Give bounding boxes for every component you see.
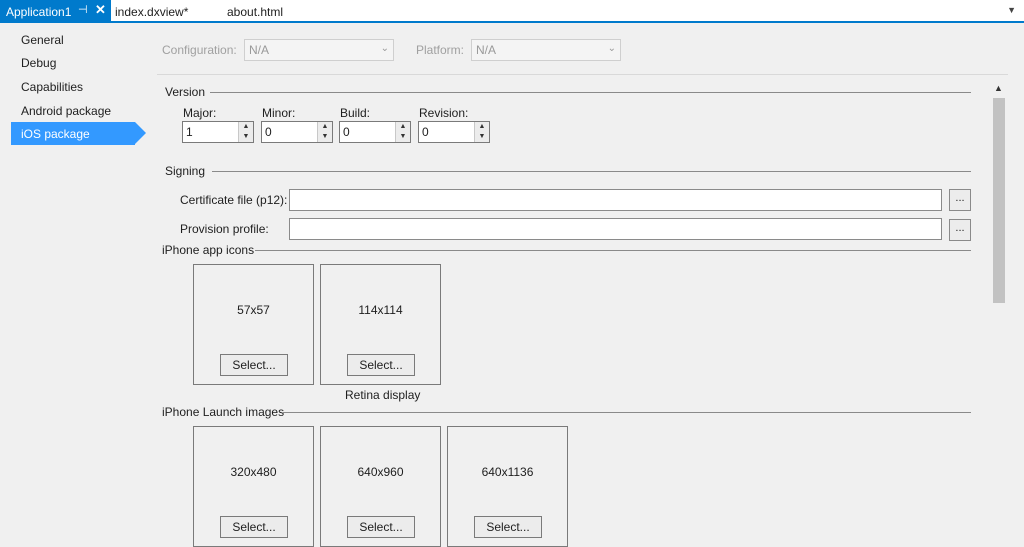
- iphone-launch-divider: [283, 412, 971, 413]
- certificate-browse-button[interactable]: ...: [949, 189, 971, 211]
- retina-display-caption: Retina display: [345, 388, 421, 402]
- minor-value: 0: [265, 125, 272, 139]
- platform-value: N/A: [476, 43, 497, 57]
- stepper-buttons: ▲ ▼: [395, 122, 410, 142]
- stepper-buttons: ▲ ▼: [474, 122, 489, 142]
- document-tab-strip: Application1 ⊣ ✕ index.dxview* about.htm…: [0, 0, 1024, 23]
- dropdown-arrow-icon[interactable]: ▼: [1007, 5, 1016, 15]
- tab-about-html[interactable]: about.html: [227, 5, 283, 19]
- tab-label: Application1: [6, 5, 72, 19]
- close-icon[interactable]: ✕: [95, 2, 106, 18]
- chevron-down-icon: ⌄: [380, 43, 389, 54]
- minor-label: Minor:: [262, 106, 296, 120]
- pin-icon[interactable]: ⊣: [78, 3, 88, 16]
- sidebar-item-ios-package[interactable]: iOS package: [11, 122, 146, 145]
- build-stepper[interactable]: 0 ▲ ▼: [339, 121, 411, 143]
- iphone-launch-images-title: iPhone Launch images: [162, 405, 285, 419]
- sidebar-item-capabilities[interactable]: Capabilities: [21, 80, 83, 94]
- scrollbar-thumb[interactable]: [993, 98, 1005, 303]
- version-divider: [210, 92, 971, 93]
- launch-size-label: 640x1136: [481, 465, 534, 479]
- major-stepper[interactable]: 1 ▲ ▼: [182, 121, 254, 143]
- launch-size-label: 640x960: [357, 465, 404, 479]
- configuration-select[interactable]: N/A ⌄: [244, 39, 394, 61]
- stepper-down-icon[interactable]: ▼: [475, 132, 489, 142]
- vertical-scrollbar[interactable]: ▲: [990, 78, 1008, 524]
- selection-pointer: [135, 122, 146, 144]
- version-section-title: Version: [165, 85, 206, 99]
- tab-strip-underline: [0, 21, 1024, 23]
- launch-slot-640x1136: 640x1136 Select...: [447, 426, 568, 547]
- iphone-icons-divider: [255, 250, 971, 251]
- select-launch-320x480-button[interactable]: Select...: [220, 516, 288, 538]
- revision-value: 0: [422, 125, 429, 139]
- configuration-label: Configuration:: [162, 43, 237, 57]
- tab-application1[interactable]: Application1 ⊣ ✕: [0, 0, 111, 23]
- sidebar-item-general[interactable]: General: [21, 33, 64, 47]
- provision-profile-input[interactable]: [289, 218, 942, 240]
- platform-select[interactable]: N/A ⌄: [471, 39, 621, 61]
- provision-browse-button[interactable]: ...: [949, 219, 971, 241]
- provision-profile-label: Provision profile:: [180, 222, 269, 236]
- platform-label: Platform:: [416, 43, 465, 57]
- icon-slot-114: 114x114 Select...: [320, 264, 441, 385]
- stepper-down-icon[interactable]: ▼: [318, 132, 332, 142]
- build-value: 0: [343, 125, 350, 139]
- icon-slot-57: 57x57 Select...: [193, 264, 314, 385]
- stepper-buttons: ▲ ▼: [317, 122, 332, 142]
- revision-label: Revision:: [419, 106, 469, 120]
- configuration-value: N/A: [249, 43, 270, 57]
- sidebar-item-debug[interactable]: Debug: [21, 56, 56, 70]
- signing-divider: [212, 171, 971, 172]
- signing-section-title: Signing: [165, 164, 206, 178]
- stepper-down-icon[interactable]: ▼: [396, 132, 410, 142]
- launch-slot-320x480: 320x480 Select...: [193, 426, 314, 547]
- stepper-down-icon[interactable]: ▼: [239, 132, 253, 142]
- sidebar-item-label: iOS package: [21, 127, 90, 141]
- icon-size-label: 114x114: [358, 303, 403, 317]
- select-icon-57-button[interactable]: Select...: [220, 354, 288, 376]
- chevron-down-icon: ⌄: [607, 43, 616, 54]
- tab-index-dxview[interactable]: index.dxview*: [115, 5, 188, 19]
- select-launch-640x1136-button[interactable]: Select...: [474, 516, 542, 538]
- sidebar-item-android-package[interactable]: Android package: [21, 104, 111, 118]
- select-icon-114-button[interactable]: Select...: [347, 354, 415, 376]
- scroll-up-icon[interactable]: ▲: [994, 83, 1003, 93]
- minor-stepper[interactable]: 0 ▲ ▼: [261, 121, 333, 143]
- major-value: 1: [186, 125, 193, 139]
- launch-slot-640x960: 640x960 Select...: [320, 426, 441, 547]
- certificate-file-label: Certificate file (p12):: [180, 193, 288, 207]
- revision-stepper[interactable]: 0 ▲ ▼: [418, 121, 490, 143]
- build-label: Build:: [340, 106, 371, 120]
- iphone-app-icons-title: iPhone app icons: [162, 243, 255, 257]
- certificate-file-input[interactable]: [289, 189, 942, 211]
- stepper-buttons: ▲ ▼: [238, 122, 253, 142]
- select-launch-640x960-button[interactable]: Select...: [347, 516, 415, 538]
- launch-size-label: 320x480: [230, 465, 277, 479]
- major-label: Major:: [183, 106, 217, 120]
- icon-size-label: 57x57: [237, 303, 270, 317]
